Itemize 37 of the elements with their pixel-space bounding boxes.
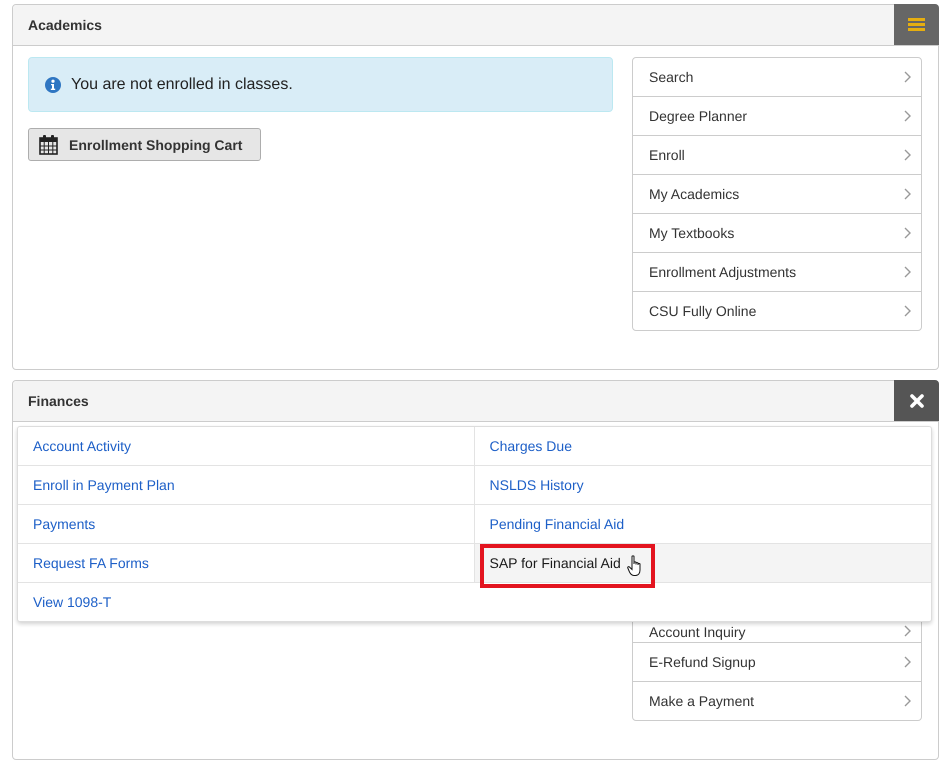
chevron-right-icon	[904, 305, 911, 317]
list-item[interactable]: CSU Fully Online	[633, 292, 921, 330]
menu-link[interactable]: NSLDS History	[474, 466, 931, 505]
menu-link[interactable]: Enroll in Payment Plan	[18, 466, 474, 505]
chevron-right-icon	[904, 149, 911, 161]
shopping-cart-button[interactable]: Enrollment Shopping Cart	[28, 128, 262, 161]
menu-link[interactable]: Account Activity	[18, 427, 474, 466]
list-item[interactable]: Enrollment Adjustments	[633, 253, 921, 292]
chevron-right-icon	[904, 71, 911, 83]
list-item[interactable]: E-Refund Signup	[633, 643, 921, 682]
menu-link[interactable]: Payments	[18, 505, 474, 544]
menu-link[interactable]: View 1098-T	[18, 583, 474, 621]
menu-icon	[908, 18, 925, 31]
menu-link[interactable]: Request FA Forms	[18, 544, 474, 583]
panel-title: Academics	[28, 17, 102, 33]
chevron-right-icon	[904, 625, 911, 637]
calendar-icon	[39, 134, 58, 154]
chevron-right-icon	[904, 695, 911, 707]
list-item[interactable]: Enroll	[633, 136, 921, 175]
hand-cursor-icon	[626, 555, 642, 577]
chevron-right-icon	[904, 188, 911, 200]
chevron-right-icon	[904, 656, 911, 668]
menu-link[interactable]: Charges Due	[474, 427, 931, 466]
list-item[interactable]: Make a Payment	[633, 682, 921, 720]
close-button[interactable]	[894, 380, 939, 421]
alert-text: You are not enrolled in classes.	[71, 76, 293, 94]
chevron-right-icon	[904, 110, 911, 122]
chevron-right-icon	[904, 266, 911, 278]
list-item[interactable]: My Textbooks	[633, 214, 921, 253]
list-item[interactable]: Search	[633, 58, 921, 97]
menu-button[interactable]	[894, 4, 939, 45]
panel-title: Finances	[28, 393, 89, 409]
list-item[interactable]: Degree Planner	[633, 97, 921, 136]
info-icon	[45, 76, 61, 92]
list-item[interactable]: My Academics	[633, 175, 921, 214]
chevron-right-icon	[904, 227, 911, 239]
close-icon	[910, 394, 924, 408]
